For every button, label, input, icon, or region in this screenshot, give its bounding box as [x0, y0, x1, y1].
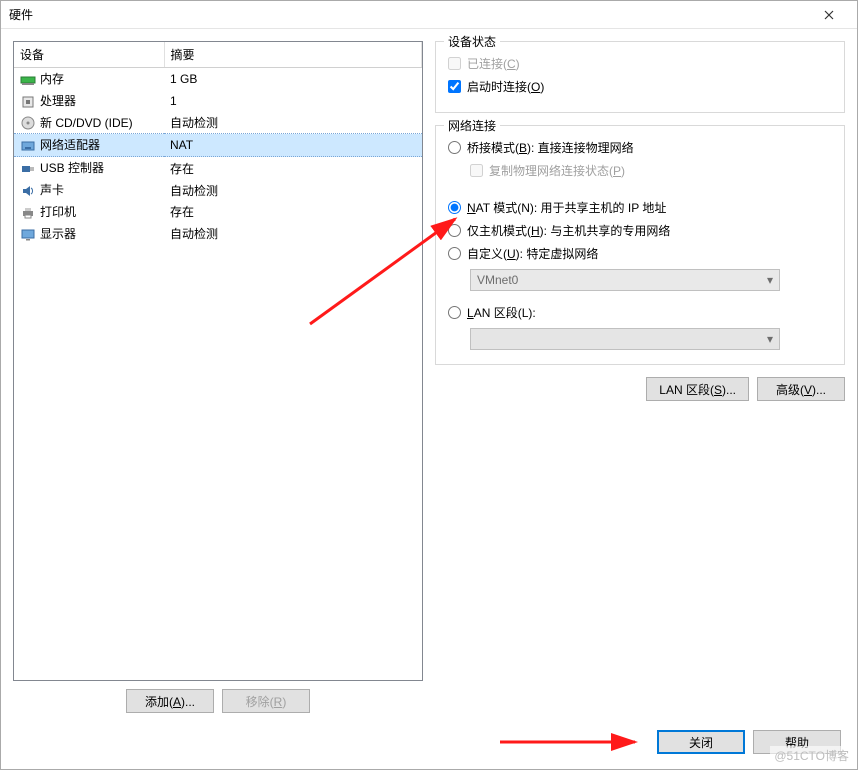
- bridged-copy-label: 复制物理网络连接状态(P): [489, 162, 625, 179]
- sound-icon: [20, 183, 36, 199]
- dialog-content: 设备 摘要 内存1 GB处理器1新 CD/DVD (IDE)自动检测网络适配器N…: [1, 29, 857, 725]
- hostonly-radio-row[interactable]: 仅主机模式(H): 与主机共享的专用网络: [448, 219, 832, 242]
- custom-vmnet-value: VMnet0: [477, 273, 518, 287]
- nat-radio-row[interactable]: NAT 模式(N): 用于共享主机的 IP 地址: [448, 196, 832, 219]
- chevron-down-icon: ▾: [767, 332, 773, 346]
- usb-icon: [20, 161, 36, 177]
- device-name: 网络适配器: [40, 136, 100, 153]
- nic-icon: [20, 138, 36, 154]
- device-name: 打印机: [40, 203, 76, 220]
- connected-checkbox: [448, 57, 461, 70]
- dialog-title: 硬件: [9, 6, 809, 23]
- column-summary[interactable]: 摘要: [164, 42, 422, 68]
- lan-segments-button[interactable]: LAN 区段(S)...: [646, 377, 749, 401]
- table-row[interactable]: 新 CD/DVD (IDE) 自动检测: [14, 112, 422, 134]
- watermark: @51CTO博客: [770, 746, 853, 765]
- device-name: USB 控制器: [40, 159, 104, 176]
- close-icon: [824, 10, 834, 20]
- nat-radio[interactable]: [448, 201, 461, 214]
- device-summary: 1 GB: [164, 68, 422, 90]
- network-extra-buttons: LAN 区段(S)... 高级(V)...: [435, 377, 845, 401]
- column-device[interactable]: 设备: [14, 42, 164, 68]
- network-connection-group: 网络连接 桥接模式(B): 直接连接物理网络 复制物理网络连接状态(P) NAT…: [435, 125, 845, 365]
- device-summary: 存在: [164, 157, 422, 179]
- device-summary: 1: [164, 90, 422, 112]
- remove-hardware-button: 移除(R): [222, 689, 310, 713]
- device-summary: NAT: [164, 134, 422, 157]
- device-name: 声卡: [40, 181, 64, 198]
- memory-icon: [20, 72, 36, 88]
- device-state-group: 设备状态 已连接(C) 启动时连接(O): [435, 41, 845, 113]
- table-header-row: 设备 摘要: [14, 42, 422, 68]
- advanced-button[interactable]: 高级(V)...: [757, 377, 845, 401]
- hostonly-label: 仅主机模式(H): 与主机共享的专用网络: [467, 222, 670, 239]
- cpu-icon: [20, 94, 36, 110]
- hostonly-radio[interactable]: [448, 224, 461, 237]
- lan-segment-radio[interactable]: [448, 306, 461, 319]
- table-row[interactable]: USB 控制器 存在: [14, 157, 422, 179]
- connected-label: 已连接(C): [467, 55, 520, 72]
- device-name: 内存: [40, 70, 64, 87]
- hardware-table[interactable]: 设备 摘要 内存1 GB处理器1新 CD/DVD (IDE)自动检测网络适配器N…: [14, 42, 422, 245]
- hardware-table-wrap: 设备 摘要 内存1 GB处理器1新 CD/DVD (IDE)自动检测网络适配器N…: [13, 41, 423, 681]
- connected-checkbox-row: 已连接(C): [448, 52, 832, 75]
- bridged-radio[interactable]: [448, 141, 461, 154]
- table-row[interactable]: 显示器 自动检测: [14, 223, 422, 245]
- table-row[interactable]: 内存 1 GB: [14, 68, 422, 90]
- window-close-button[interactable]: [809, 5, 849, 25]
- device-name: 处理器: [40, 92, 76, 109]
- hardware-list-panel: 设备 摘要 内存1 GB处理器1新 CD/DVD (IDE)自动检测网络适配器N…: [13, 41, 423, 713]
- device-summary: 存在: [164, 201, 422, 223]
- add-hardware-button[interactable]: 添加(A)...: [126, 689, 214, 713]
- table-row[interactable]: 网络适配器 NAT: [14, 134, 422, 157]
- chevron-down-icon: ▾: [767, 273, 773, 287]
- device-summary: 自动检测: [164, 179, 422, 201]
- nat-label: NAT 模式(N): 用于共享主机的 IP 地址: [467, 199, 666, 216]
- printer-icon: [20, 205, 36, 221]
- custom-label: 自定义(U): 特定虚拟网络: [467, 245, 598, 262]
- device-name: 新 CD/DVD (IDE): [40, 114, 133, 131]
- bridged-copy-row: 复制物理网络连接状态(P): [448, 159, 832, 182]
- annotation-arrow-close: [495, 730, 645, 754]
- custom-radio[interactable]: [448, 247, 461, 260]
- bridged-radio-row[interactable]: 桥接模式(B): 直接连接物理网络: [448, 136, 832, 159]
- custom-vmnet-select: VMnet0 ▾: [470, 269, 780, 291]
- device-summary: 自动检测: [164, 112, 422, 134]
- lan-segment-radio-row[interactable]: LAN 区段(L):: [448, 301, 832, 324]
- device-name: 显示器: [40, 225, 76, 242]
- titlebar: 硬件: [1, 1, 857, 29]
- device-state-legend: 设备状态: [444, 33, 500, 50]
- table-row[interactable]: 处理器 1: [14, 90, 422, 112]
- connect-on-poweron-checkbox[interactable]: [448, 80, 461, 93]
- bridged-copy-checkbox: [470, 164, 483, 177]
- dialog-footer: 关闭 帮助: [1, 725, 857, 769]
- lan-segment-label: LAN 区段(L):: [467, 304, 536, 321]
- connect-on-poweron-row[interactable]: 启动时连接(O): [448, 75, 832, 98]
- hardware-dialog: 硬件 设备 摘要 内存1 GB处理器1新 CD/DVD (IDE)自动检测网络适…: [0, 0, 858, 770]
- custom-radio-row[interactable]: 自定义(U): 特定虚拟网络: [448, 242, 832, 265]
- table-row[interactable]: 打印机 存在: [14, 201, 422, 223]
- table-row[interactable]: 声卡 自动检测: [14, 179, 422, 201]
- hardware-detail-panel: 设备状态 已连接(C) 启动时连接(O) 网络连接 桥接模式(B): 直接连接物…: [435, 41, 845, 713]
- display-icon: [20, 227, 36, 243]
- device-summary: 自动检测: [164, 223, 422, 245]
- lan-segment-select: ▾: [470, 328, 780, 350]
- bridged-label: 桥接模式(B): 直接连接物理网络: [467, 139, 634, 156]
- close-button[interactable]: 关闭: [657, 730, 745, 754]
- connect-on-poweron-label: 启动时连接(O): [467, 78, 544, 95]
- network-connection-legend: 网络连接: [444, 117, 500, 134]
- cd-icon: [20, 115, 36, 131]
- hardware-list-buttons: 添加(A)... 移除(R): [13, 681, 423, 713]
